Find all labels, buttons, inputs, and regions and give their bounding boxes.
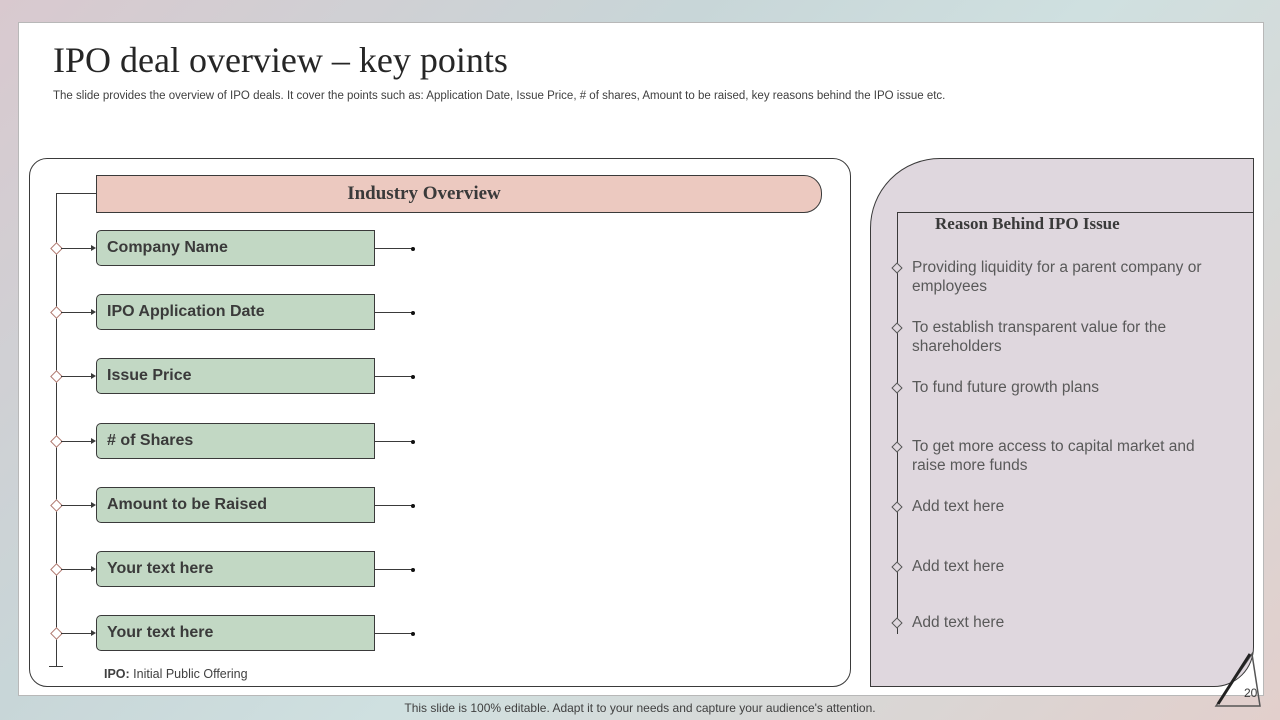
line-end-dot-icon — [411, 439, 415, 444]
line-end-dot-icon — [411, 631, 415, 636]
connector-line — [61, 569, 91, 570]
overview-item: Issue Price — [96, 358, 375, 394]
tree-vertical-line — [56, 193, 57, 667]
line-end-dot-icon — [411, 567, 415, 572]
reason-item: To fund future growth plans — [912, 379, 1099, 396]
slide: IPO deal overview – key points The slide… — [18, 22, 1264, 696]
reasons-title: Reason Behind IPO Issue — [935, 214, 1120, 233]
overview-item: Your text here — [96, 615, 375, 651]
line-end-dot-icon — [411, 246, 415, 251]
reason-item: Add text here — [912, 558, 1005, 575]
value-line — [375, 441, 412, 442]
reason-item: To get more access to capital market and… — [912, 438, 1195, 474]
footnote: IPO: Initial Public Offering — [104, 667, 248, 681]
line-end-dot-icon — [411, 503, 415, 508]
connector-line — [61, 376, 91, 377]
page-subtitle: The slide provides the overview of IPO d… — [53, 90, 946, 102]
connector-line — [61, 633, 91, 634]
overview-item: # of Shares — [96, 423, 375, 459]
reason-item: Add text here — [912, 614, 1005, 631]
industry-overview-label: Industry Overview — [347, 183, 501, 204]
connector-line — [61, 312, 91, 313]
reason-item: Providing liquidity for a parent company… — [912, 259, 1202, 295]
overview-item: Amount to be Raised — [96, 487, 375, 523]
value-line — [375, 633, 412, 634]
reasons-panel: Reason Behind IPO Issue Providing liquid… — [870, 158, 1254, 687]
overview-item: Company Name — [96, 230, 375, 266]
connector-line — [61, 441, 91, 442]
page-title: IPO deal overview – key points — [53, 40, 508, 80]
tree-bottom-cap — [49, 666, 63, 667]
value-line — [375, 312, 412, 313]
value-line — [375, 505, 412, 506]
connector-line — [61, 248, 91, 249]
value-line — [375, 376, 412, 377]
line-end-dot-icon — [411, 310, 415, 315]
reason-item: Add text here — [912, 498, 1005, 515]
industry-overview-panel: Industry Overview Company Name IPO Applic… — [29, 158, 851, 687]
industry-overview-header: Industry Overview — [96, 175, 822, 213]
tree-top-connector — [56, 193, 96, 194]
overview-item: IPO Application Date — [96, 294, 375, 330]
line-end-dot-icon — [411, 374, 415, 379]
page-number: 20 — [1244, 686, 1258, 700]
connector-line — [61, 505, 91, 506]
footnote-text: Initial Public Offering — [129, 667, 248, 681]
editable-note: This slide is 100% editable. Adapt it to… — [404, 701, 876, 715]
value-line — [375, 248, 412, 249]
value-line — [375, 569, 412, 570]
footnote-term: IPO: — [104, 667, 130, 681]
overview-item: Your text here — [96, 551, 375, 587]
reason-item: To establish transparent value for the s… — [912, 319, 1167, 355]
